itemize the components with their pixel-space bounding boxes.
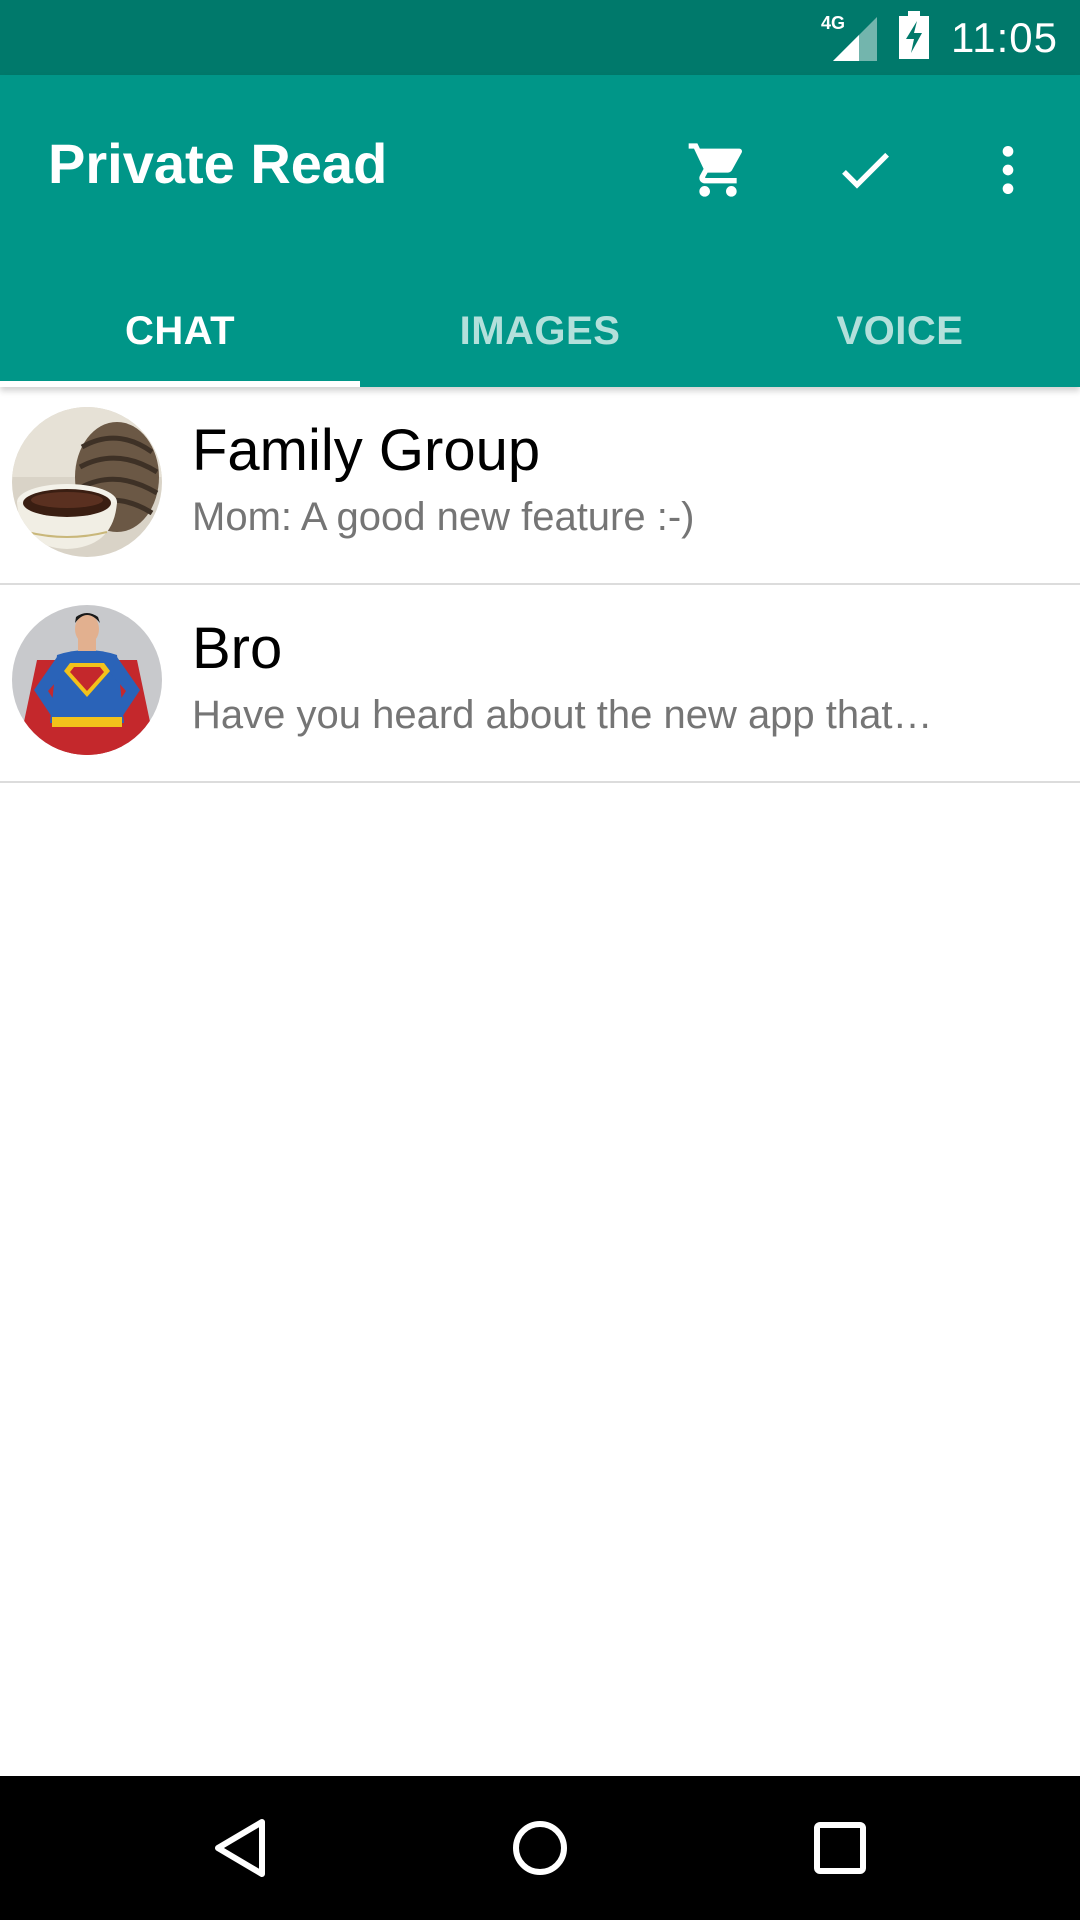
chat-row-bro[interactable]: Bro Have you heard about the new app tha…: [0, 585, 1080, 783]
chat-name: Bro: [192, 616, 283, 681]
home-button[interactable]: [490, 1798, 590, 1898]
more-vert-icon: [1002, 146, 1014, 194]
status-time: 11:05: [951, 13, 1058, 61]
app-title: Private Read: [48, 132, 388, 195]
recents-button[interactable]: [790, 1798, 890, 1898]
status-icons: 4G 11:05: [821, 0, 1058, 75]
chat-preview: Mom: A good new feature :-): [192, 495, 695, 539]
navigation-bar: [0, 1776, 1080, 1920]
tab-voice[interactable]: VOICE: [720, 275, 1080, 387]
battery-charging-icon: [899, 11, 929, 64]
cart-icon: [688, 143, 743, 197]
chat-name: Family Group: [192, 418, 541, 483]
chat-list: Family Group Mom: A good new feature :-): [0, 387, 1080, 783]
back-button[interactable]: [190, 1798, 290, 1898]
status-bar: 4G 11:05: [0, 0, 1080, 75]
tab-chat[interactable]: CHAT: [0, 275, 360, 387]
signal-icon: 4G: [821, 13, 877, 61]
recents-icon: [814, 1822, 866, 1874]
check-icon: [842, 152, 889, 189]
avatar-bro: [12, 605, 162, 755]
avatar-family-group: [12, 407, 162, 557]
back-icon: [215, 1819, 265, 1877]
tab-images[interactable]: IMAGES: [360, 275, 720, 387]
mark-read-button[interactable]: [815, 120, 915, 220]
cart-button[interactable]: [668, 120, 768, 220]
overflow-menu-button[interactable]: [958, 120, 1058, 220]
home-icon: [513, 1821, 567, 1875]
tab-bar: CHAT IMAGES VOICE: [0, 275, 1080, 387]
chat-row-family-group[interactable]: Family Group Mom: A good new feature :-): [0, 387, 1080, 585]
chat-preview: Have you heard about the new app that…: [192, 693, 933, 737]
screen: 4G 11:05 Private Read CHAT IMAGES VOICE …: [0, 0, 1080, 1920]
app-bar: Private Read CHAT IMAGES VOICE: [0, 75, 1080, 387]
